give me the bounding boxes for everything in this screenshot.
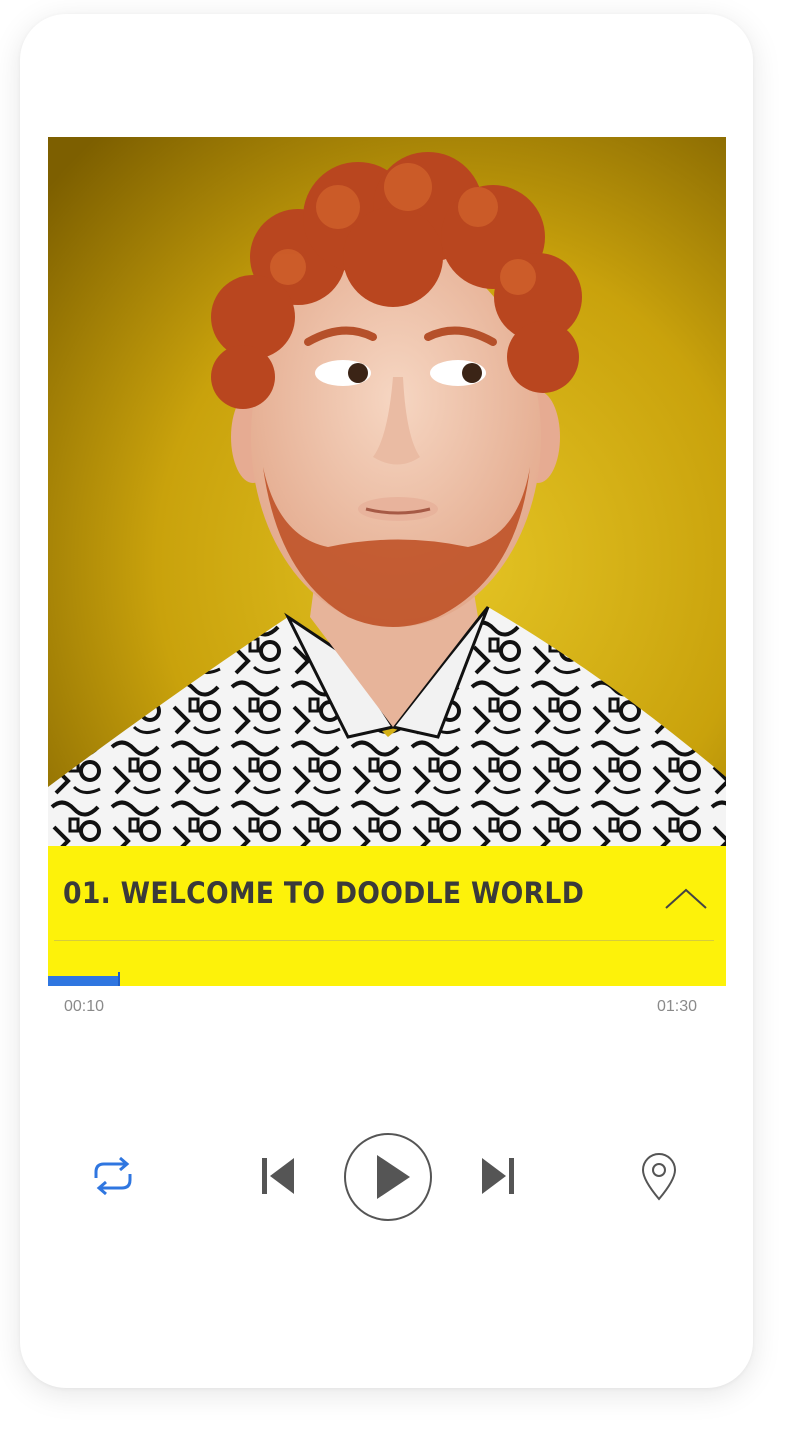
previous-button[interactable] <box>258 1154 298 1198</box>
location-pin-icon <box>641 1153 677 1201</box>
elapsed-time: 00:10 <box>64 998 105 1015</box>
next-button[interactable] <box>478 1154 518 1198</box>
repeat-icon <box>94 1156 132 1196</box>
play-icon <box>344 1133 432 1221</box>
progress-bar-fill[interactable] <box>48 976 119 986</box>
title-divider <box>54 940 714 941</box>
repeat-button[interactable] <box>88 1154 138 1198</box>
location-button[interactable] <box>638 1152 680 1202</box>
progress-bar-thumb[interactable] <box>118 972 120 986</box>
skip-previous-icon <box>262 1158 294 1194</box>
album-artwork <box>48 137 726 847</box>
collapse-button[interactable] <box>662 878 710 914</box>
skip-next-icon <box>482 1158 514 1194</box>
chevron-up-icon <box>665 888 707 909</box>
track-title-bar: 01. WELCOME TO DOODLE WORLD <box>48 846 726 986</box>
track-title: 01. WELCOME TO DOODLE WORLD <box>63 876 585 910</box>
play-button[interactable] <box>342 1131 434 1223</box>
total-time: 01:30 <box>657 998 698 1015</box>
